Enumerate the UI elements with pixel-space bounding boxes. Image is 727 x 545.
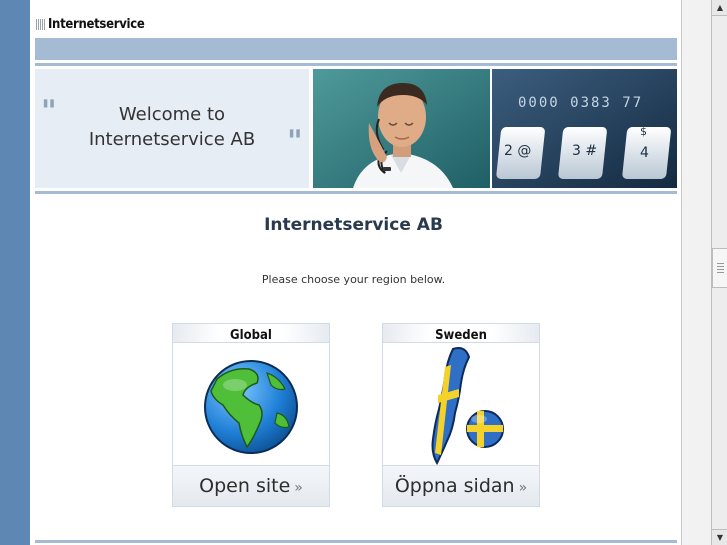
sweden-map-icon[interactable] — [383, 343, 539, 466]
region-card-global: Global Open site» — [172, 323, 330, 507]
scroll-track[interactable] — [711, 16, 727, 529]
quote-close-icon: " — [287, 124, 303, 159]
oppna-sidan-button[interactable]: Öppna sidan» — [383, 465, 539, 506]
svg-text:2 @: 2 @ — [504, 143, 531, 159]
logo-text: Internetservice — [48, 16, 145, 32]
region-name: Global — [230, 328, 272, 343]
svg-text:0000 0383 77: 0000 0383 77 — [518, 95, 643, 111]
region-header: Sweden — [383, 324, 539, 343]
site-logo[interactable]: Internetservice — [36, 15, 145, 33]
chevron-right-icon: » — [518, 480, 528, 496]
welcome-line-2: Internetservice AB — [88, 129, 256, 150]
welcome-box: " Welcome to Internetservice AB " — [35, 69, 309, 188]
page-title: Internetservice AB — [264, 215, 443, 235]
region-instruction: Please choose your region below. — [261, 273, 446, 286]
welcome-text: Welcome to Internetservice AB — [65, 102, 279, 152]
region-header: Global — [173, 324, 329, 343]
button-label: Open site — [199, 475, 291, 497]
keyboard-photo: 0000 0383 77 2 @ 3 # $ 4 — [492, 69, 677, 188]
navigation-bar — [35, 38, 677, 60]
divider — [35, 540, 677, 543]
chevron-right-icon: » — [294, 480, 303, 496]
region-card-sweden: Sweden Öppna sidan» — [382, 323, 540, 507]
left-side-bar — [0, 0, 30, 545]
logo-mark-icon — [36, 18, 46, 30]
support-agent-photo — [313, 69, 490, 188]
scroll-up-arrow-icon[interactable]: ▲ — [711, 0, 727, 16]
svg-text:4: 4 — [640, 145, 649, 161]
svg-text:$: $ — [640, 125, 647, 138]
svg-text:3 #: 3 # — [572, 143, 597, 159]
welcome-line-1: Welcome to — [118, 104, 226, 125]
scroll-thumb[interactable] — [712, 248, 727, 288]
region-name: Sweden — [435, 328, 487, 343]
page-content: Internetservice " Welcome to Internetser… — [30, 0, 681, 545]
button-label: Öppna sidan — [394, 475, 515, 497]
divider — [35, 191, 677, 194]
open-site-button[interactable]: Open site» — [173, 465, 329, 506]
globe-icon[interactable] — [173, 343, 329, 465]
scroll-down-arrow-icon[interactable]: ▼ — [711, 529, 727, 545]
browser-scrollbar: ▲ ▼ — [681, 0, 727, 545]
grip-icon — [717, 263, 724, 273]
divider — [35, 63, 677, 66]
quote-open-icon: " — [41, 94, 57, 129]
header-banner: " Welcome to Internetservice AB " 0000 0… — [35, 69, 677, 188]
